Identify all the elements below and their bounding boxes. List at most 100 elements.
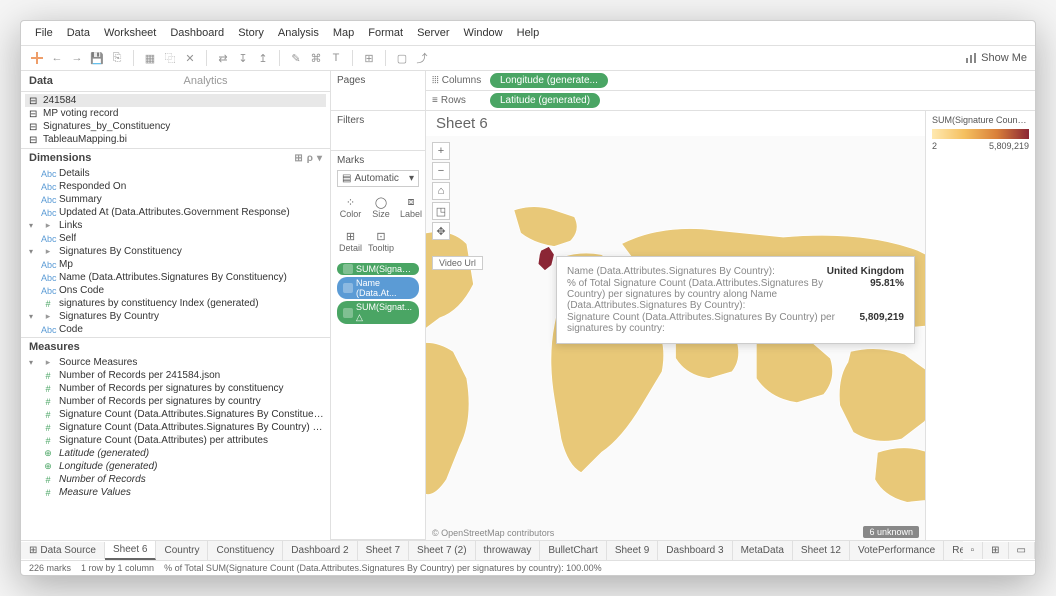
map-view[interactable]: + − ⌂ ◳ ✥ Video Url [426,136,925,540]
sheet-tab[interactable]: Dashboard 2 [283,541,357,560]
marks-pill[interactable]: SUM(Signat... △ [337,301,419,324]
redo-icon[interactable]: → [69,50,85,66]
sheet-tab[interactable]: Sheet 12 [793,541,850,560]
sheet-tab[interactable]: Dashboard 3 [658,541,732,560]
data-source-item[interactable]: ⊟Signatures_by_Constituency [25,120,326,133]
field-item[interactable]: AbcOns Code [21,284,330,297]
duplicate-icon[interactable]: ⿻ [162,50,178,66]
zoom-in-button[interactable]: + [432,142,450,160]
video-url-badge[interactable]: Video Url [432,256,483,270]
zoom-area-button[interactable]: ◳ [432,202,450,220]
clear-icon[interactable]: ✕ [182,50,198,66]
marks-pill[interactable]: Name (Data.At... [337,277,419,299]
field-item[interactable]: AbcMp [21,258,330,271]
sheet-tab[interactable]: Country [156,541,208,560]
field-item[interactable]: #Number of Records per signatures by cou… [21,395,330,408]
highlight-icon[interactable]: ✎ [288,50,304,66]
menu-worksheet[interactable]: Worksheet [98,25,162,41]
menu-dashboard[interactable]: Dashboard [164,25,230,41]
sheet-tab[interactable]: BulletChart [540,541,606,560]
tab-data-source[interactable]: ⊞Data Source [21,542,105,559]
field-item[interactable]: #Signature Count (Data.Attributes.Signat… [21,408,330,421]
sheet-tab[interactable]: Sheet 7 [358,541,409,560]
field-item[interactable]: ⊕Latitude (generated) [21,447,330,460]
field-item[interactable]: AbcResponded On [21,180,330,193]
sort-desc-icon[interactable]: ↥ [255,50,271,66]
new-story-button[interactable]: ▭ [1009,542,1035,559]
menu-help[interactable]: Help [511,25,546,41]
menu-window[interactable]: Window [458,25,509,41]
share-icon[interactable]: ⤴ [414,50,430,66]
field-item[interactable]: ▾▸Source Measures [21,356,330,369]
field-item[interactable]: AbcSummary [21,193,330,206]
color-legend[interactable]: SUM(Signature Count (... 2 5,809,219 [925,111,1035,540]
marks-type-dropdown[interactable]: ▤Automatic ▾ [337,170,419,187]
field-item[interactable]: ▾▸Signatures By Country [21,310,330,323]
field-item[interactable]: #Number of Records per 241584.json [21,369,330,382]
show-me-button[interactable]: Show Me [965,52,1027,64]
save-icon[interactable]: 💾 [89,50,105,66]
presentation-icon[interactable]: ▢ [394,50,410,66]
filters-shelf[interactable]: Filters [337,115,419,126]
marks-tooltip[interactable]: ⊡Tooltip [366,225,396,257]
group-icon[interactable]: ⌘ [308,50,324,66]
pages-shelf[interactable]: Pages [337,75,419,86]
field-item[interactable]: #Measure Values [21,486,330,499]
field-item[interactable]: ▾▸Signatures By Constituency [21,245,330,258]
data-source-item[interactable]: ⊟TableauMapping.bi [25,133,326,146]
fit-icon[interactable]: ⊞ [361,50,377,66]
unknown-badge[interactable]: 6 unknown [863,526,919,538]
sheet-tab[interactable]: Revoke Article 50 and remain ... [944,541,962,560]
new-data-icon[interactable]: ⎘ [109,50,125,66]
new-dashboard-button[interactable]: ⊞ [983,542,1008,559]
new-worksheet-button[interactable]: ▫ [963,542,984,559]
data-source-item[interactable]: ⊟241584 [25,94,326,107]
sheet-tab[interactable]: Constituency [208,541,283,560]
field-item[interactable]: AbcCode [21,323,330,336]
sheet-tab[interactable]: VotePerformance [850,541,944,560]
field-item[interactable]: AbcSelf [21,232,330,245]
marks-detail[interactable]: ⊞Detail [337,225,364,257]
menu-story[interactable]: Story [232,25,270,41]
field-item[interactable]: ⊕Longitude (generated) [21,460,330,473]
pan-button[interactable]: ✥ [432,222,450,240]
menu-file[interactable]: File [29,25,59,41]
field-item[interactable]: #Number of Records per signatures by con… [21,382,330,395]
columns-pill[interactable]: Longitude (generate... [490,73,608,88]
field-item[interactable]: ▾▸Links [21,219,330,232]
sheet-tab[interactable]: Sheet 6 [105,541,156,560]
menu-map[interactable]: Map [327,25,360,41]
tab-analytics[interactable]: Analytics [176,71,331,91]
search-icon[interactable]: ρ [307,153,313,164]
menu-analysis[interactable]: Analysis [272,25,325,41]
menu-data[interactable]: Data [61,25,96,41]
zoom-home-button[interactable]: ⌂ [432,182,450,200]
view-mode-icon[interactable]: ⊞ [294,153,302,164]
rows-pill[interactable]: Latitude (generated) [490,93,600,108]
sheet-tab[interactable]: Sheet 7 (2) [409,541,475,560]
field-item[interactable]: AbcUpdated At (Data.Attributes.Governmen… [21,206,330,219]
marks-pill[interactable]: SUM(Signature... [337,263,419,275]
undo-icon[interactable]: ← [49,50,65,66]
field-item[interactable]: #Signature Count (Data.Attributes.Signat… [21,421,330,434]
data-source-item[interactable]: ⊟MP voting record [25,107,326,120]
abc-icon[interactable]: T [328,50,344,66]
marks-label[interactable]: ⧈Label [398,191,424,223]
tab-data[interactable]: Data [21,71,176,91]
zoom-out-button[interactable]: − [432,162,450,180]
new-worksheet-icon[interactable]: ▦ [142,50,158,66]
menu-server[interactable]: Server [411,25,455,41]
field-item[interactable]: AbcName (Data.Attributes.Signatures By C… [21,271,330,284]
sheet-tab[interactable]: Sheet 9 [607,541,658,560]
tableau-logo-icon[interactable] [29,50,45,66]
menu-icon[interactable]: ▾ [317,153,322,164]
marks-size[interactable]: ◯Size [366,191,396,223]
sheet-tab[interactable]: MetaData [733,541,793,560]
field-item[interactable]: #signatures by constituency Index (gener… [21,297,330,310]
sheet-tab[interactable]: throwaway [476,541,541,560]
sort-asc-icon[interactable]: ↧ [235,50,251,66]
field-item[interactable]: #Signature Count (Data.Attributes) per a… [21,434,330,447]
field-item[interactable]: AbcDetails [21,167,330,180]
marks-color[interactable]: ⁘Color [337,191,364,223]
menu-format[interactable]: Format [362,25,409,41]
